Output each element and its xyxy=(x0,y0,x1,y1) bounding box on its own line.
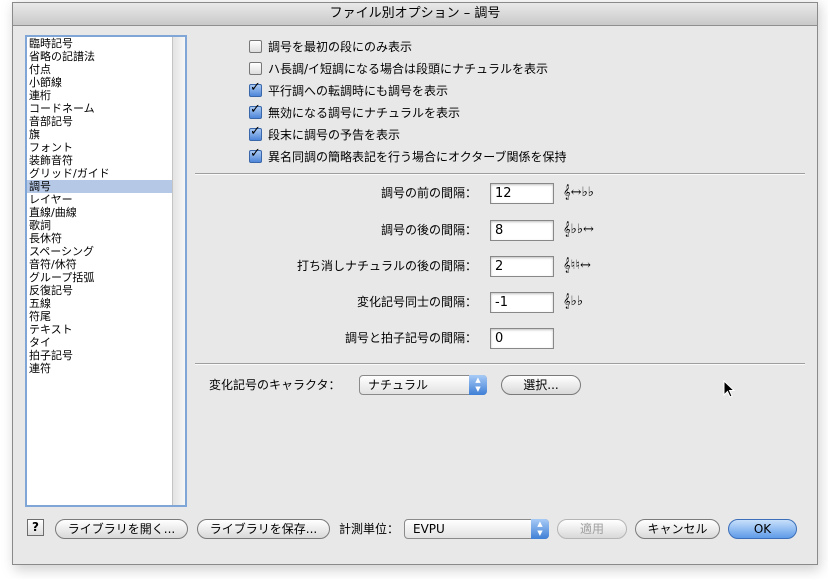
units-label: 計測単位： xyxy=(339,522,400,536)
sidebar-item-stems[interactable]: 符尾 xyxy=(27,310,173,323)
accidental-character-value: ナチュラル xyxy=(368,378,429,392)
help-icon[interactable]: ? xyxy=(27,519,44,536)
accidental-character-label: 変化記号のキャラクタ： xyxy=(209,378,341,392)
sidebar-item-grids-guides[interactable]: グリッド/ガイド xyxy=(27,167,173,180)
sidebar-item-grace-notes[interactable]: 装飾音符 xyxy=(27,154,173,167)
title-bar: ファイル別オプション – 調号 xyxy=(13,3,817,26)
sidebar-item-text[interactable]: テキスト xyxy=(27,323,173,336)
space-between-accidentals-label: 変化記号同士の間隔： xyxy=(356,295,477,309)
separator xyxy=(195,173,805,175)
sidebar-item-spacing[interactable]: スペーシング xyxy=(27,245,173,258)
space-after-key-input[interactable]: 8 xyxy=(490,220,554,241)
units-popup[interactable]: EVPU ▲ ▼ xyxy=(404,519,549,539)
preferences-dialog: ファイル別オプション – 調号 臨時記号 省略の記譜法 付点 小節線 連桁 コー… xyxy=(12,2,818,565)
space-before-key-label: 調号の前の間隔： xyxy=(380,186,477,200)
window-title: ファイル別オプション – 調号 xyxy=(329,6,501,21)
sidebar-item-flags[interactable]: 旗 xyxy=(27,128,173,141)
mouse-cursor-icon xyxy=(723,380,736,398)
checkbox-label: 段末に調号の予告を表示 xyxy=(268,127,401,142)
accidental-character-popup[interactable]: ナチュラル ▲ ▼ xyxy=(359,375,487,395)
space-before-key-icon: 𝄞↔♭♭ xyxy=(563,185,594,200)
sidebar-item-notes-rests[interactable]: 音符/休符 xyxy=(27,258,173,271)
checkbox[interactable] xyxy=(249,39,262,53)
sidebar-item-repeats[interactable]: 反復記号 xyxy=(27,284,173,297)
open-library-button[interactable]: ライブラリを開く... xyxy=(55,519,188,539)
checkbox-label: 無効になる調号にナチュラルを表示 xyxy=(268,105,461,120)
space-key-time-input[interactable]: 0 xyxy=(490,328,554,349)
sidebar-item-staves[interactable]: 五線 xyxy=(27,297,173,310)
save-library-button[interactable]: ライブラリを保存... xyxy=(197,519,330,539)
sidebar-item-barlines[interactable]: 小節線 xyxy=(27,76,173,89)
space-before-key-input[interactable]: 12 xyxy=(490,183,554,204)
checkbox-label: 異名同調の簡略表記を行う場合にオクターブ関係を保持 xyxy=(268,149,567,164)
sidebar-item-beams[interactable]: 連桁 xyxy=(27,89,173,102)
sidebar-item-accidentals[interactable]: 臨時記号 xyxy=(27,37,173,50)
checkbox-row-courtesy-key[interactable]: 段末に調号の予告を表示 xyxy=(249,124,401,143)
checkbox[interactable] xyxy=(249,61,262,75)
sidebar-item-chords[interactable]: コードネーム xyxy=(27,102,173,115)
apply-button[interactable]: 適用 xyxy=(557,519,627,539)
select-character-button[interactable]: 選択... xyxy=(501,375,581,395)
checkbox-row-cancel-naturals[interactable]: 無効になる調号にナチュラルを表示 xyxy=(249,102,461,121)
category-list[interactable]: 臨時記号 省略の記譜法 付点 小節線 連桁 コードネーム 音部記号 旗 フォント… xyxy=(25,35,187,507)
sidebar-item-clefs[interactable]: 音部記号 xyxy=(27,115,173,128)
cancel-button[interactable]: キャンセル xyxy=(635,519,720,539)
checkbox-row-relative-key[interactable]: 平行調への転調時にも調号を表示 xyxy=(249,80,449,99)
sidebar-item-layers[interactable]: レイヤー xyxy=(27,193,173,206)
sidebar-item-alternate-notation[interactable]: 省略の記譜法 xyxy=(27,50,173,63)
space-after-cancel-label: 打ち消しナチュラルの後の間隔： xyxy=(296,259,477,273)
space-between-accidentals-input[interactable]: -1 xyxy=(490,292,554,313)
checkbox-row-cancel-naturals-c-major[interactable]: ハ長調/イ短調になる場合は段頭にナチュラルを表示 xyxy=(249,59,548,77)
space-after-cancel-icon: 𝄞♮♮↔ xyxy=(563,258,591,273)
sidebar-item-tuplets[interactable]: 連符 xyxy=(27,362,173,375)
checkbox[interactable] xyxy=(249,80,262,97)
checkbox-row-first-staff[interactable]: 調号を最初の段にのみ表示 xyxy=(249,37,412,55)
checkbox-label: ハ長調/イ短調になる場合は段頭にナチュラルを表示 xyxy=(268,61,549,76)
sidebar-item-brackets[interactable]: グループ括弧 xyxy=(27,271,173,284)
sidebar-item-key-signatures[interactable]: 調号 xyxy=(27,180,173,193)
sidebar-item-multimeasure-rests[interactable]: 長休符 xyxy=(27,232,173,245)
sidebar-item-lyrics[interactable]: 歌詞 xyxy=(27,219,173,232)
popup-arrows-icon: ▲ ▼ xyxy=(469,375,487,395)
sidebar-item-time-signatures[interactable]: 拍子記号 xyxy=(27,349,173,362)
popup-arrows-icon: ▲ ▼ xyxy=(531,519,549,539)
checkbox[interactable] xyxy=(249,102,262,119)
space-between-accidentals-icon: 𝄞♭♭ xyxy=(563,294,583,309)
checkbox-label: 調号を最初の段にのみ表示 xyxy=(268,39,413,54)
space-after-key-icon: 𝄞♭♭↔ xyxy=(563,222,594,237)
ok-button[interactable]: OK xyxy=(728,519,797,539)
units-value: EVPU xyxy=(413,522,445,536)
sidebar-item-lines-curves[interactable]: 直線/曲線 xyxy=(27,206,173,219)
space-after-key-label: 調号の後の間隔： xyxy=(380,223,477,237)
separator xyxy=(195,363,805,365)
sidebar-item-ties[interactable]: タイ xyxy=(27,336,173,349)
space-after-cancel-input[interactable]: 2 xyxy=(490,256,554,277)
sidebar-item-augmentation-dots[interactable]: 付点 xyxy=(27,63,173,76)
checkbox[interactable] xyxy=(249,146,262,163)
space-key-time-label: 調号と拍子記号の間隔： xyxy=(344,331,477,345)
sidebar-scrollbar[interactable] xyxy=(172,37,185,505)
checkbox[interactable] xyxy=(249,124,262,141)
checkbox-row-enharmonic-octave[interactable]: 異名同調の簡略表記を行う場合にオクターブ関係を保持 xyxy=(249,146,567,165)
sidebar-item-fonts[interactable]: フォント xyxy=(27,141,173,154)
checkbox-label: 平行調への転調時にも調号を表示 xyxy=(268,83,449,98)
